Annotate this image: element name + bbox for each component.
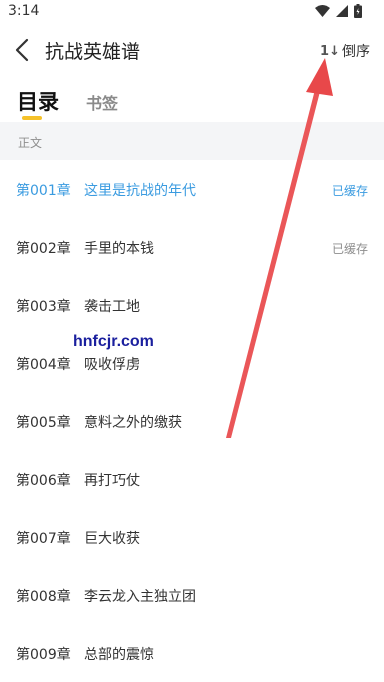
chapter-title: 手里的本钱 [84,241,154,257]
chapter-title: 袭击工地 [84,299,140,315]
chapter-number: 第009章 [16,647,71,663]
cached-badge: 已缓存 [331,184,368,198]
sort-icon: 1↓ [320,43,340,59]
wifi-icon [315,5,330,17]
cached-badge: 已缓存 [331,242,368,256]
tab-catalog[interactable]: 目录 [17,86,59,120]
section-label: 正文 [18,136,43,150]
chapter-number: 第001章 [16,183,71,199]
chapter-list: 第001章 这里是抗战的年代 已缓存 第002章 手里的本钱 已缓存 第003章… [0,160,384,682]
title-bar: 抗战英雄谱 1↓ 倒序 [0,24,384,76]
chevron-left-icon [15,38,29,62]
battery-icon [354,4,362,18]
chapter-number: 第004章 [16,357,71,373]
back-button[interactable] [8,34,40,66]
chapter-number: 第003章 [16,299,71,315]
chapter-item[interactable]: 第005章 意料之外的缴获 [0,392,384,450]
chapter-item[interactable]: 第006章 再打巧仗 [0,450,384,508]
watermark: hnfcjr.com [73,333,154,350]
chapter-title: 再打巧仗 [84,473,140,489]
tab-catalog-label: 目录 [17,90,59,114]
chapter-title: 巨大收获 [84,531,140,547]
chapter-item[interactable]: 第003章 袭击工地 [0,276,384,334]
chapter-item[interactable]: 第004章 吸收俘虏 [0,334,384,392]
chapter-title: 意料之外的缴获 [84,415,182,431]
chapter-number: 第005章 [16,415,71,431]
sort-label: 倒序 [342,44,370,60]
tab-active-indicator [22,116,42,120]
signal-icon [336,5,348,17]
chapter-title: 吸收俘虏 [84,357,140,373]
chapter-number: 第002章 [16,241,71,257]
tab-bookmarks[interactable]: 书签 [86,90,118,114]
chapter-title: 总部的震惊 [84,647,154,663]
status-bar: 3:14 [0,0,384,24]
chapter-item[interactable]: 第008章 李云龙入主独立团 [0,566,384,624]
chapter-item[interactable]: 第007章 巨大收获 [0,508,384,566]
page-title: 抗战英雄谱 [45,41,141,63]
chapter-item-current[interactable]: 第001章 这里是抗战的年代 已缓存 [0,160,384,218]
status-icons [315,4,362,18]
tab-bar: 目录 书签 [0,78,384,122]
chapter-item[interactable]: 第002章 手里的本钱 已缓存 [0,218,384,276]
chapter-title: 李云龙入主独立团 [84,589,196,605]
chapter-item[interactable]: 第009章 总部的震惊 [0,624,384,682]
sort-order-button[interactable]: 1↓ 倒序 [320,41,370,61]
chapter-number: 第006章 [16,473,71,489]
tab-bookmarks-label: 书签 [86,94,119,113]
chapter-number: 第007章 [16,531,71,547]
chapter-title: 这里是抗战的年代 [84,183,196,199]
status-time: 3:14 [8,3,40,19]
chapter-number: 第008章 [16,589,71,605]
section-header: 正文 [0,122,384,160]
